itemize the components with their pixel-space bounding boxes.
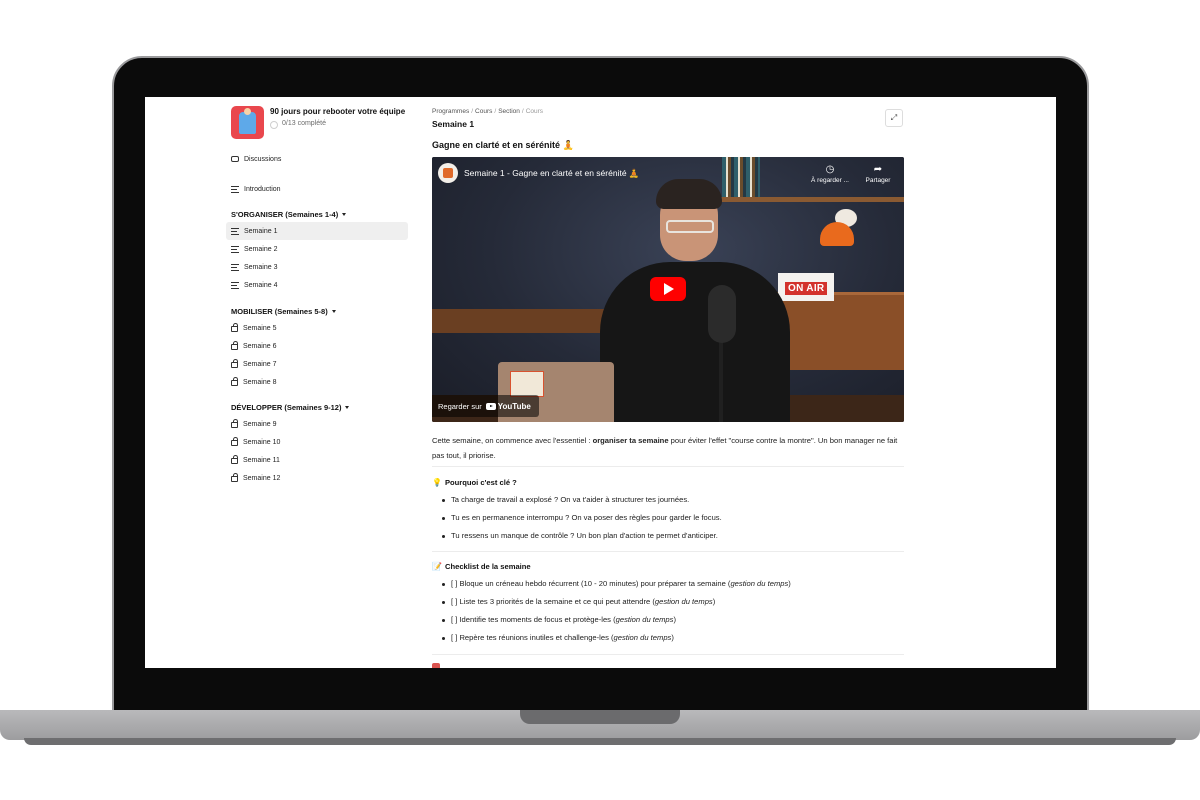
course-title: 90 jours pour rebooter votre équipe [270, 107, 406, 116]
list-item: Tu ressens un manque de contrôle ? Un bo… [442, 527, 722, 545]
sidebar-item-semaine-5[interactable]: Semaine 5 [226, 319, 408, 337]
section-header-sorganiser[interactable]: S'ORGANISER (Semaines 1-4) [231, 210, 347, 219]
sidebar-item-semaine-11[interactable]: Semaine 11 [226, 451, 408, 469]
sidebar-item-semaine-2[interactable]: Semaine 2 [226, 240, 408, 258]
sidebar-item-label: Semaine 5 [243, 324, 277, 332]
sidebar-item-introduction[interactable]: Introduction [226, 180, 408, 198]
sidebar-item-semaine-6[interactable]: Semaine 6 [226, 337, 408, 355]
checklist-list: [ ] Bloque un créneau hebdo récurrent (1… [442, 575, 791, 647]
course-header[interactable]: 90 jours pour rebooter votre équipe 0/13… [231, 106, 405, 139]
list-item: Tu es en permanence interrompu ? On va p… [442, 509, 722, 527]
lesson-title: Gagne en clarté et en sérénité 🧘 [432, 140, 574, 150]
expand-icon: ⤢ [890, 113, 898, 122]
lines-icon [231, 185, 239, 193]
sidebar-item-label: Semaine 9 [243, 420, 277, 428]
watch-later-button[interactable]: ◷ À regarder ... [810, 164, 850, 184]
channel-avatar[interactable] [438, 163, 458, 183]
lines-icon [231, 245, 239, 253]
lightbulb-icon: 💡 [432, 478, 442, 487]
share-icon: ➦ [873, 164, 883, 175]
caret-down-icon [345, 406, 350, 409]
sidebar-item-label: Semaine 8 [243, 378, 277, 386]
lock-icon [231, 323, 238, 332]
video-title[interactable]: Semaine 1 - Gagne en clarté et en séréni… [464, 168, 640, 179]
sidebar-item-label: Semaine 10 [243, 438, 281, 446]
breadcrumb-link[interactable]: Cours [475, 108, 492, 115]
sidebar-item-label: Semaine 12 [243, 474, 281, 482]
laptop-foot [24, 738, 1176, 745]
lock-icon [231, 419, 238, 428]
list-item: Ta charge de travail a explosé ? On va t… [442, 491, 722, 509]
on-air-sign: ON AIR [778, 273, 835, 301]
sidebar-item-label: Semaine 2 [244, 245, 278, 253]
sidebar-item-label: Semaine 6 [243, 342, 277, 350]
chat-icon [231, 156, 239, 162]
lines-icon [231, 227, 239, 235]
video-player[interactable]: ON AIR Semaine 1 - Gagne en clarté et en… [432, 157, 904, 422]
sidebar-item-label: Semaine 1 [244, 227, 278, 235]
sidebar-item-label: Introduction [244, 185, 281, 193]
lock-icon [231, 359, 238, 368]
lock-icon [231, 455, 238, 464]
caret-down-icon [342, 213, 347, 216]
expand-button[interactable]: ⤢ [885, 109, 903, 127]
app-screen: 90 jours pour rebooter votre équipe 0/13… [145, 97, 1056, 668]
lock-icon [231, 341, 238, 350]
sidebar-item-label: Semaine 11 [243, 456, 280, 464]
laptop-notch [520, 710, 680, 724]
sidebar-item-semaine-4[interactable]: Semaine 4 [226, 276, 408, 294]
caret-down-icon [331, 310, 336, 313]
section-header-mobiliser[interactable]: MOBILISER (Semaines 5-8) [231, 307, 336, 316]
sidebar-item-semaine-12[interactable]: Semaine 12 [226, 469, 408, 487]
sidebar-item-semaine-7[interactable]: Semaine 7 [226, 355, 408, 373]
sidebar-item-label: Semaine 4 [244, 281, 278, 289]
checklist-item: [ ] Bloque un créneau hebdo récurrent (1… [442, 575, 791, 593]
why-list: Ta charge de travail a explosé ? On va t… [442, 491, 722, 545]
divider [432, 466, 904, 467]
sidebar-item-semaine-9[interactable]: Semaine 9 [226, 415, 408, 433]
share-button[interactable]: ➦ Partager [858, 164, 898, 184]
sidebar-item-label: Semaine 7 [243, 360, 277, 368]
divider [432, 654, 904, 655]
course-progress: 0/13 complété [270, 120, 405, 129]
sidebar-item-semaine-8[interactable]: Semaine 8 [226, 373, 408, 391]
clock-icon: ◷ [825, 164, 835, 175]
memo-icon: 📝 [432, 562, 442, 571]
sidebar-item-semaine-1[interactable]: Semaine 1 [226, 222, 408, 240]
lines-icon [231, 281, 239, 289]
checklist-item: [ ] Repère tes réunions inutiles et chal… [442, 629, 791, 647]
sidebar-item-discussions[interactable]: Discussions [226, 150, 408, 168]
next-section-icon [432, 663, 440, 668]
divider [432, 551, 904, 552]
checklist-item: [ ] Liste tes 3 priorités de la semaine … [442, 593, 791, 611]
play-button[interactable] [650, 277, 686, 301]
watch-on-youtube[interactable]: Regarder sur YouTube [432, 395, 539, 417]
youtube-logo: YouTube [485, 402, 531, 411]
sidebar-item-semaine-10[interactable]: Semaine 10 [226, 433, 408, 451]
breadcrumb-current: Cours [525, 108, 544, 115]
course-thumbnail [231, 106, 264, 139]
sidebar-item-label: Discussions [244, 155, 282, 163]
lock-icon [231, 377, 238, 386]
lines-icon [231, 263, 239, 271]
breadcrumb-link[interactable]: Programmes [432, 108, 469, 115]
checklist-item: [ ] Identifie tes moments de focus et pr… [442, 611, 791, 629]
microphone [708, 285, 736, 343]
section-header-developper[interactable]: DÉVELOPPER (Semaines 9-12) [231, 403, 350, 412]
intro-paragraph: Cette semaine, on commence avec l'essent… [432, 436, 898, 460]
sidebar-item-label: Semaine 3 [244, 263, 278, 271]
sidebar: 90 jours pour rebooter votre équipe 0/13… [145, 97, 420, 668]
breadcrumb: Programmes / Cours / Section / Cours [432, 108, 544, 115]
checklist-heading: 📝 Checklist de la semaine [432, 562, 531, 571]
breadcrumb-link[interactable]: Section [498, 108, 520, 115]
page-title: Semaine 1 [432, 119, 475, 129]
sidebar-item-semaine-3[interactable]: Semaine 3 [226, 258, 408, 276]
lock-icon [231, 473, 238, 482]
lock-icon [231, 437, 238, 446]
why-heading: 💡 Pourquoi c'est clé ? [432, 478, 517, 487]
